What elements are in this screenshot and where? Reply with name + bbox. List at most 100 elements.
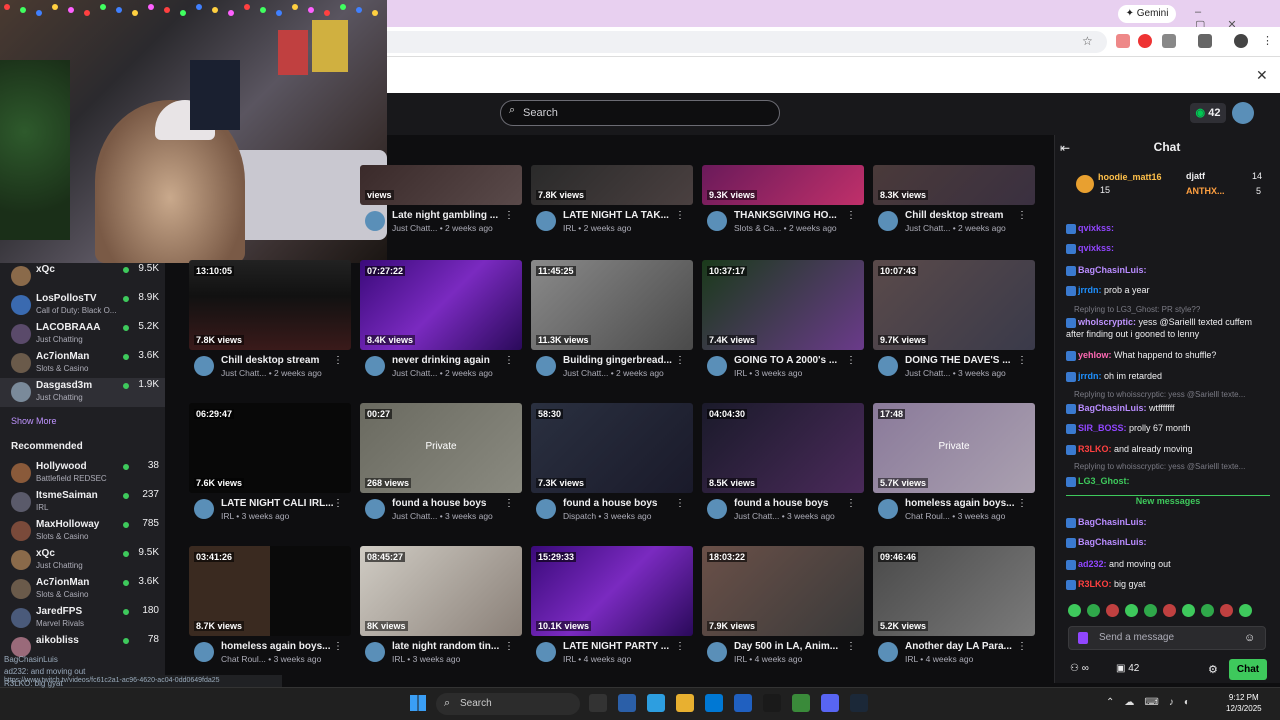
channel-avatar[interactable] [878, 211, 898, 231]
more-options-icon[interactable]: ⋮ [675, 355, 685, 366]
emote-icon[interactable] [1163, 604, 1176, 617]
taskbar-app-icon[interactable] [676, 694, 694, 712]
taskbar-app-icon[interactable] [734, 694, 752, 712]
video-card[interactable]: 58:30 7.3K views found a house boys Dispatc… [531, 403, 693, 521]
chat-username[interactable]: ad232: [1078, 559, 1107, 569]
video-thumbnail[interactable]: 17:48 Private 5.7K views [873, 403, 1035, 493]
more-options-icon[interactable]: ⋮ [1017, 641, 1027, 652]
chat-username[interactable]: yehlow: [1078, 350, 1112, 360]
channel-avatar[interactable] [878, 356, 898, 376]
recommended-channel[interactable]: ItsmeSaiman IRL 237 [0, 488, 165, 517]
emote-icon[interactable] [1144, 604, 1157, 617]
emote-icon[interactable] [1220, 604, 1233, 617]
chat-username[interactable]: SIR_BOSS: [1078, 423, 1127, 433]
channel-avatar[interactable] [365, 211, 385, 231]
more-options-icon[interactable]: ⋮ [1017, 210, 1027, 221]
chat-username[interactable]: R3LKO: [1078, 579, 1112, 589]
video-card[interactable]: 07:27:22 8.4K views never drinking again Ju… [360, 260, 522, 378]
profile-icon[interactable] [1234, 34, 1248, 48]
recommended-channel[interactable]: Ac7ionMan Slots & Casino 3.6K [0, 575, 165, 604]
video-card[interactable]: 8.3K views Chill desktop stream Just Chatt… [873, 165, 1035, 233]
show-more-link[interactable]: Show More [11, 416, 57, 426]
more-options-icon[interactable]: ⋮ [675, 210, 685, 221]
url-field[interactable] [387, 31, 1107, 53]
extension-icon[interactable] [1116, 34, 1130, 48]
video-card[interactable]: views Late night gambling ... Just Chatt..… [360, 165, 522, 233]
channel-avatar[interactable] [536, 211, 556, 231]
avatar[interactable] [1232, 102, 1254, 124]
video-title[interactable]: Building gingerbread... [563, 355, 672, 366]
gear-icon[interactable]: ⚙ [1208, 663, 1218, 676]
channel-avatar[interactable] [365, 356, 385, 376]
video-title[interactable]: found a house boys [734, 498, 828, 509]
video-card[interactable]: 08:45:27 8K views late night random tin...… [360, 546, 522, 664]
taskbar-app-icon[interactable] [763, 694, 781, 712]
windows-start-icon[interactable] [410, 695, 426, 711]
more-options-icon[interactable]: ⋮ [675, 641, 685, 652]
recommended-channel[interactable]: JaredFPS Marvel Rivals 180 [0, 604, 165, 633]
chat-username[interactable]: qvixkss: [1078, 243, 1114, 253]
video-title[interactable]: GOING TO A 2000's ... [734, 355, 837, 366]
chat-username[interactable]: R3LKO: [1078, 444, 1112, 454]
emote-icon[interactable] [1125, 604, 1138, 617]
close-icon[interactable]: ✕ [1256, 67, 1268, 84]
taskbar-app-icon[interactable] [589, 694, 607, 712]
video-thumbnail[interactable]: views [360, 165, 522, 205]
followed-channel[interactable]: xQc 9.5K [0, 262, 165, 291]
chat-username[interactable]: BagChasinLuis: [1078, 403, 1147, 413]
video-title[interactable]: Chill desktop stream [905, 210, 1003, 221]
more-options-icon[interactable]: ⋮ [1017, 355, 1027, 366]
video-thumbnail[interactable]: 00:27 Private 268 views [360, 403, 522, 493]
chat-username[interactable]: qvixkss: [1078, 223, 1114, 233]
chat-input[interactable]: Send a message [1068, 626, 1266, 650]
channel-avatar[interactable] [878, 642, 898, 662]
emote-icon[interactable] [1087, 604, 1100, 617]
chat-settings-row[interactable]: ⚇ ∞ [1070, 663, 1089, 674]
followed-channel[interactable]: Dasgasd3m Just Chatting 1.9K [0, 378, 165, 407]
video-thumbnail[interactable]: 18:03:22 7.9K views [702, 546, 864, 636]
channel-avatar[interactable] [536, 356, 556, 376]
video-title[interactable]: Day 500 in LA, Anim... [734, 641, 838, 652]
video-thumbnail[interactable]: 10:07:43 9.7K views [873, 260, 1035, 350]
taskbar-app-icon[interactable] [618, 694, 636, 712]
video-thumbnail[interactable]: 15:29:33 10.1K views [531, 546, 693, 636]
video-card[interactable]: 13:10:05 7.8K views Chill desktop stream Ju… [189, 260, 351, 378]
video-card[interactable]: 10:07:43 9.7K views DOING THE DAVE'S ... Ju… [873, 260, 1035, 378]
more-options-icon[interactable]: ⋮ [846, 355, 856, 366]
video-thumbnail[interactable]: 09:46:46 5.2K views [873, 546, 1035, 636]
video-thumbnail[interactable]: 7.8K views [531, 165, 693, 205]
more-options-icon[interactable]: ⋮ [504, 355, 514, 366]
recommended-channel[interactable]: MaxHolloway Slots & Casino 785 [0, 517, 165, 546]
video-card[interactable]: 11:45:25 11.3K views Building gingerbread.… [531, 260, 693, 378]
opera-icon[interactable] [1138, 34, 1152, 48]
video-title[interactable]: late night random tin... [392, 641, 499, 652]
video-thumbnail[interactable]: 58:30 7.3K views [531, 403, 693, 493]
more-options-icon[interactable]: ⋮ [1017, 498, 1027, 509]
video-card[interactable]: 06:29:47 7.6K views LATE NIGHT CALI IRL...… [189, 403, 351, 521]
video-thumbnail[interactable]: 9.3K views [702, 165, 864, 205]
video-card[interactable]: 10:37:17 7.4K views GOING TO A 2000's ... I… [702, 260, 864, 378]
video-title[interactable]: LATE NIGHT LA TAK... [563, 210, 669, 221]
video-thumbnail[interactable]: 04:04:30 8.5K views [702, 403, 864, 493]
menu-icon[interactable]: ⋮ [1262, 34, 1273, 47]
channel-avatar[interactable] [365, 499, 385, 519]
video-card[interactable]: 18:03:22 7.9K views Day 500 in LA, Anim...… [702, 546, 864, 664]
channel-avatar[interactable] [707, 356, 727, 376]
followed-channel[interactable]: LACOBRAAA Just Chatting 5.2K [0, 320, 165, 349]
taskbar-app-icon[interactable] [792, 694, 810, 712]
video-thumbnail[interactable]: 06:29:47 7.6K views [189, 403, 351, 493]
chat-username[interactable]: wholscryptic: [1078, 317, 1136, 327]
video-thumbnail[interactable]: 10:37:17 7.4K views [702, 260, 864, 350]
more-options-icon[interactable]: ⋮ [846, 498, 856, 509]
emote-icon[interactable] [1239, 604, 1252, 617]
chat-username[interactable]: BagChasinLuis: [1078, 265, 1147, 275]
more-options-icon[interactable]: ⋮ [846, 641, 856, 652]
emote-icon[interactable] [1068, 604, 1081, 617]
more-options-icon[interactable]: ⋮ [846, 210, 856, 221]
video-thumbnail[interactable]: 08:45:27 8K views [360, 546, 522, 636]
bits-icon[interactable] [1078, 632, 1088, 644]
video-card[interactable]: 7.8K views LATE NIGHT LA TAK... IRL • 2 we… [531, 165, 693, 233]
more-options-icon[interactable]: ⋮ [504, 498, 514, 509]
taskbar-app-icon[interactable] [705, 694, 723, 712]
channel-avatar[interactable] [194, 642, 214, 662]
